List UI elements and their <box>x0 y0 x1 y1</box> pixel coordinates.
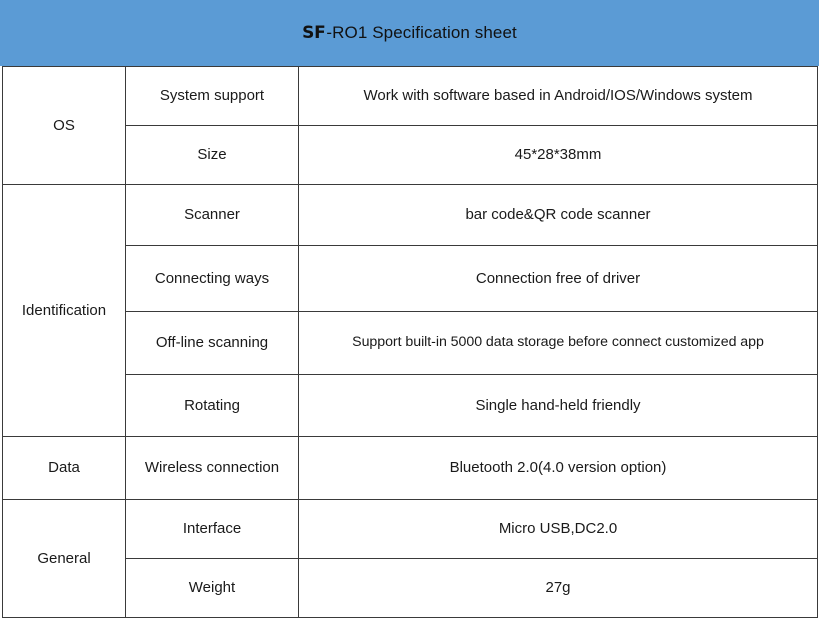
item-label-system-support: System support <box>125 66 299 126</box>
page-title: SF-RO1 Specification sheet <box>302 23 517 43</box>
item-label-offline-scanning: Off-line scanning <box>125 311 299 375</box>
page-title-text: -RO1 Specification sheet <box>326 23 517 42</box>
title-banner: SF-RO1 Specification sheet <box>0 0 819 66</box>
value-rotating: Single hand-held friendly <box>298 374 818 437</box>
group-label-data: Data <box>2 436 126 500</box>
table-row: Data Wireless connection Bluetooth 2.0(4… <box>2 436 818 500</box>
value-size: 45*28*38mm <box>298 125 818 185</box>
value-weight: 27g <box>298 558 818 618</box>
value-offline-scanning: Support built-in 5000 data storage befor… <box>298 311 818 375</box>
item-label-wireless-connection: Wireless connection <box>125 436 299 500</box>
specification-table: OS System support Work with software bas… <box>2 66 818 618</box>
table-row: Connecting ways Connection free of drive… <box>3 245 818 312</box>
table-row: Rotating Single hand-held friendly <box>3 374 818 437</box>
value-connecting-ways: Connection free of driver <box>298 245 818 312</box>
item-label-interface: Interface <box>125 499 299 559</box>
table-row: General Interface Micro USB,DC2.0 <box>2 499 818 618</box>
value-scanner: bar code&QR code scanner <box>298 184 818 246</box>
group-label-identification: Identification <box>2 184 126 437</box>
value-wireless-connection: Bluetooth 2.0(4.0 version option) <box>298 436 818 500</box>
item-label-weight: Weight <box>125 558 299 618</box>
group-label-general: General <box>2 499 126 618</box>
item-label-size: Size <box>125 125 299 185</box>
table-row: Size 45*28*38mm <box>3 125 818 185</box>
item-label-connecting-ways: Connecting ways <box>125 245 299 312</box>
value-system-support: Work with software based in Android/IOS/… <box>298 66 818 126</box>
table-row: OS System support Work with software bas… <box>2 66 818 185</box>
table-row: Weight 27g <box>3 558 818 618</box>
brand-label: SF <box>302 23 326 43</box>
group-label-os: OS <box>2 66 126 185</box>
item-label-scanner: Scanner <box>125 184 299 246</box>
table-row: Off-line scanning Support built-in 5000 … <box>3 311 818 375</box>
table-row: Identification Scanner bar code&QR code … <box>2 184 818 437</box>
item-label-rotating: Rotating <box>125 374 299 437</box>
specification-sheet: SF-RO1 Specification sheet OS System sup… <box>0 0 819 618</box>
value-interface: Micro USB,DC2.0 <box>298 499 818 559</box>
